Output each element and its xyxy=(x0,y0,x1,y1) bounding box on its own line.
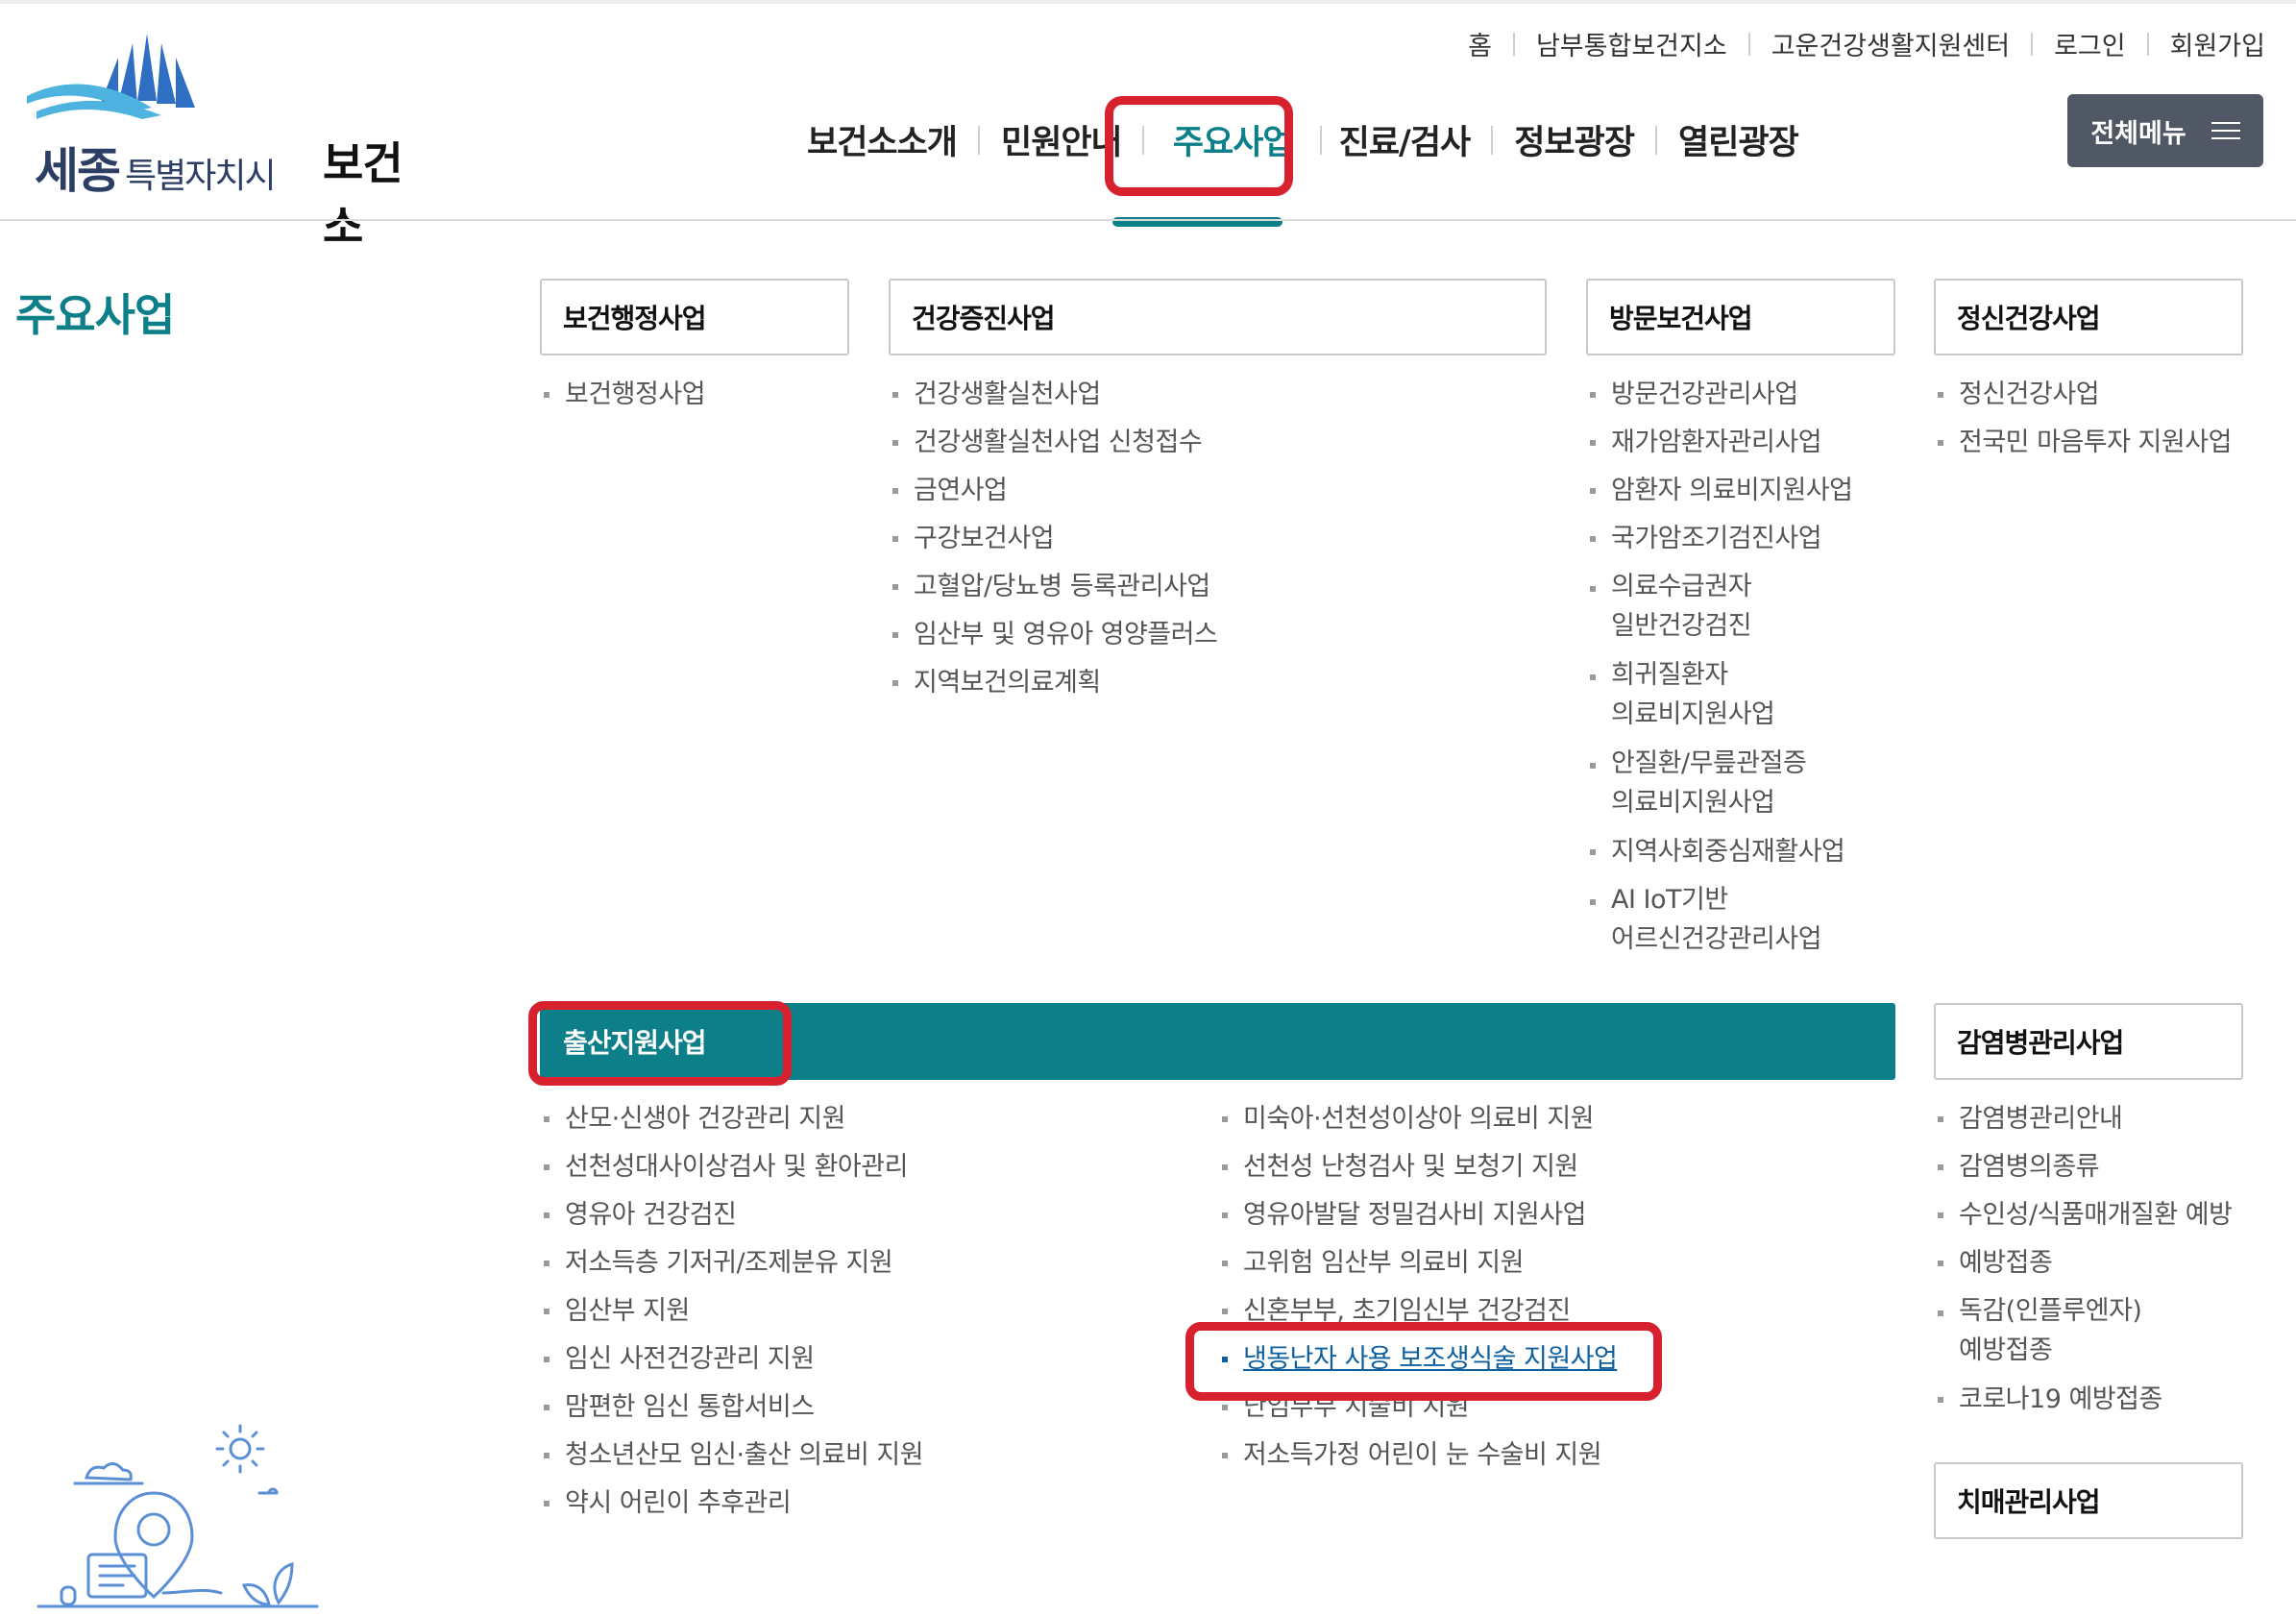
all-menu-button[interactable]: 전체메뉴 xyxy=(2067,94,2263,167)
list-item[interactable]: 지역사회중심재활사업 xyxy=(1586,828,1852,876)
list-item[interactable]: 감염병의종류 xyxy=(1934,1143,2232,1191)
list-item[interactable]: AI IoT기반 어르신건강관리사업 xyxy=(1586,876,1852,965)
list-item[interactable]: 독감(인플루엔자) 예방접종 xyxy=(1934,1287,2232,1376)
list-item[interactable]: 예방접종 xyxy=(1934,1239,2232,1287)
list-item[interactable]: 임신 사전건강관리 지원 xyxy=(540,1335,923,1383)
list-item[interactable]: 임산부 지원 xyxy=(540,1287,923,1335)
map-pin-illustration-icon xyxy=(37,1424,319,1608)
highlight-nav-main-business xyxy=(1105,96,1293,196)
main-nav: 보건소소개 민원안내 주요사업 진료/검사 정보광장 열린광장 xyxy=(786,115,1820,164)
nav-item-info[interactable]: 정보광장 xyxy=(1493,115,1655,164)
util-home-link[interactable]: 홈 xyxy=(1468,25,1492,62)
category-visit-health[interactable]: 방문보건사업 xyxy=(1586,279,1895,355)
all-menu-label: 전체메뉴 xyxy=(2090,118,2186,149)
logo-city: 세종 특별자치시 xyxy=(35,143,277,199)
list-item[interactable]: 보건행정사업 xyxy=(540,371,706,419)
list-item[interactable]: 저소득층 기저귀/조제분유 지원 xyxy=(540,1239,923,1287)
nav-item-open[interactable]: 열린광장 xyxy=(1657,115,1820,164)
birth-support-left-list: 산모·신생아 건강관리 지원 선천성대사이상검사 및 환아관리 영유아 건강검진… xyxy=(540,1095,924,1528)
list-item[interactable]: 의료수급권자 일반건강검진 xyxy=(1586,563,1852,651)
highlight-birth-support xyxy=(528,1001,792,1086)
logo[interactable]: 세종 특별자치시 보건소 xyxy=(17,29,440,253)
util-login-link[interactable]: 로그인 xyxy=(2054,25,2126,62)
birth-support-right-list: 미숙아·선천성이상아 의료비 지원 선천성 난청검사 및 보청기 지원 영유아발… xyxy=(1218,1095,1618,1480)
page-title: 주요사업 xyxy=(15,289,175,341)
list-item[interactable]: 미숙아·선천성이상아 의료비 지원 xyxy=(1218,1095,1617,1143)
list-item[interactable]: 영유아 건강검진 xyxy=(540,1191,923,1239)
list-item[interactable]: 구강보건사업 xyxy=(889,515,1217,563)
category-infectious-disease[interactable]: 감염병관리사업 xyxy=(1934,1003,2243,1080)
nav-item-about[interactable]: 보건소소개 xyxy=(786,115,978,164)
divider xyxy=(1512,32,1515,56)
divider xyxy=(1747,32,1750,56)
list-item[interactable]: 감염병관리안내 xyxy=(1934,1095,2232,1143)
divider xyxy=(2146,32,2149,56)
list-item[interactable]: 금연사업 xyxy=(889,467,1217,515)
list-item[interactable]: 건강생활실천사업 신청접수 xyxy=(889,419,1217,467)
list-item[interactable]: 건강생활실천사업 xyxy=(889,371,1217,419)
logo-org: 보건소 xyxy=(323,137,403,253)
logo-emblem-icon xyxy=(27,34,195,119)
util-signup-link[interactable]: 회원가입 xyxy=(2170,25,2265,62)
list-item[interactable]: 국가암조기검진사업 xyxy=(1586,515,1852,563)
category-health-promotion[interactable]: 건강증진사업 xyxy=(889,279,1547,355)
util-south-branch-link[interactable]: 남부통합보건지소 xyxy=(1536,25,1727,62)
list-item[interactable]: 고혈압/당뇨병 등록관리사업 xyxy=(889,563,1217,611)
header-divider xyxy=(0,219,2296,221)
admin-list: 보건행정사업 xyxy=(540,371,706,419)
list-item[interactable]: 선천성대사이상검사 및 환아관리 xyxy=(540,1143,923,1191)
list-item[interactable]: 희귀질환자 의료비지원사업 xyxy=(1586,651,1852,740)
category-admin[interactable]: 보건행정사업 xyxy=(540,279,849,355)
list-item[interactable]: 선천성 난청검사 및 보청기 지원 xyxy=(1218,1143,1617,1191)
hamburger-icon xyxy=(2211,116,2240,145)
list-item[interactable]: 산모·신생아 건강관리 지원 xyxy=(540,1095,923,1143)
visit-health-list: 방문건강관리사업 재가암환자관리사업 암환자 의료비지원사업 국가암조기검진사업… xyxy=(1586,371,1853,965)
list-item[interactable]: 고위험 임산부 의료비 지원 xyxy=(1218,1239,1617,1287)
list-item[interactable]: 지역보건의료계획 xyxy=(889,659,1217,707)
util-health-center-link[interactable]: 고운건강생활지원센터 xyxy=(1771,25,2010,62)
mental-health-list: 정신건강사업 전국민 마음투자 지원사업 xyxy=(1934,371,2232,467)
list-item[interactable]: 전국민 마음투자 지원사업 xyxy=(1934,419,2232,467)
highlight-frozen-egg-support xyxy=(1185,1322,1662,1401)
top-border xyxy=(0,0,2296,4)
utility-nav: 홈 남부통합보건지소 고운건강생활지원센터 로그인 회원가입 xyxy=(1468,25,2265,62)
list-item[interactable]: 청소년산모 임신·출산 의료비 지원 xyxy=(540,1432,924,1480)
list-item[interactable]: 재가암환자관리사업 xyxy=(1586,419,1852,467)
list-item[interactable]: 안질환/무릎관절증 의료비지원사업 xyxy=(1586,740,1852,828)
list-item[interactable]: 암환자 의료비지원사업 xyxy=(1586,467,1853,515)
list-item[interactable]: 코로나19 예방접종 xyxy=(1934,1376,2232,1424)
list-item[interactable]: 저소득가정 어린이 눈 수술비 지원 xyxy=(1218,1432,1617,1480)
nav-item-clinic[interactable]: 진료/검사 xyxy=(1322,115,1492,164)
list-item[interactable]: 약시 어린이 추후관리 xyxy=(540,1480,923,1528)
category-mental-health[interactable]: 정신건강사업 xyxy=(1934,279,2243,355)
health-promotion-list: 건강생활실천사업 건강생활실천사업 신청접수 금연사업 구강보건사업 고혈압/당… xyxy=(889,371,1218,707)
infectious-disease-list: 감염병관리안내 감염병의종류 수인성/식품매개질환 예방 예방접종 독감(인플루… xyxy=(1934,1095,2233,1424)
divider xyxy=(2031,32,2034,56)
list-item[interactable]: 영유아발달 정밀검사비 지원사업 xyxy=(1218,1191,1617,1239)
list-item[interactable]: 임산부 및 영유아 영양플러스 xyxy=(889,611,1218,659)
list-item[interactable]: 수인성/식품매개질환 예방 xyxy=(1934,1191,2233,1239)
list-item[interactable]: 정신건강사업 xyxy=(1934,371,2232,419)
list-item[interactable]: 방문건강관리사업 xyxy=(1586,371,1852,419)
list-item[interactable]: 맘편한 임신 통합서비스 xyxy=(540,1383,923,1432)
category-dementia[interactable]: 치매관리사업 xyxy=(1934,1462,2243,1539)
